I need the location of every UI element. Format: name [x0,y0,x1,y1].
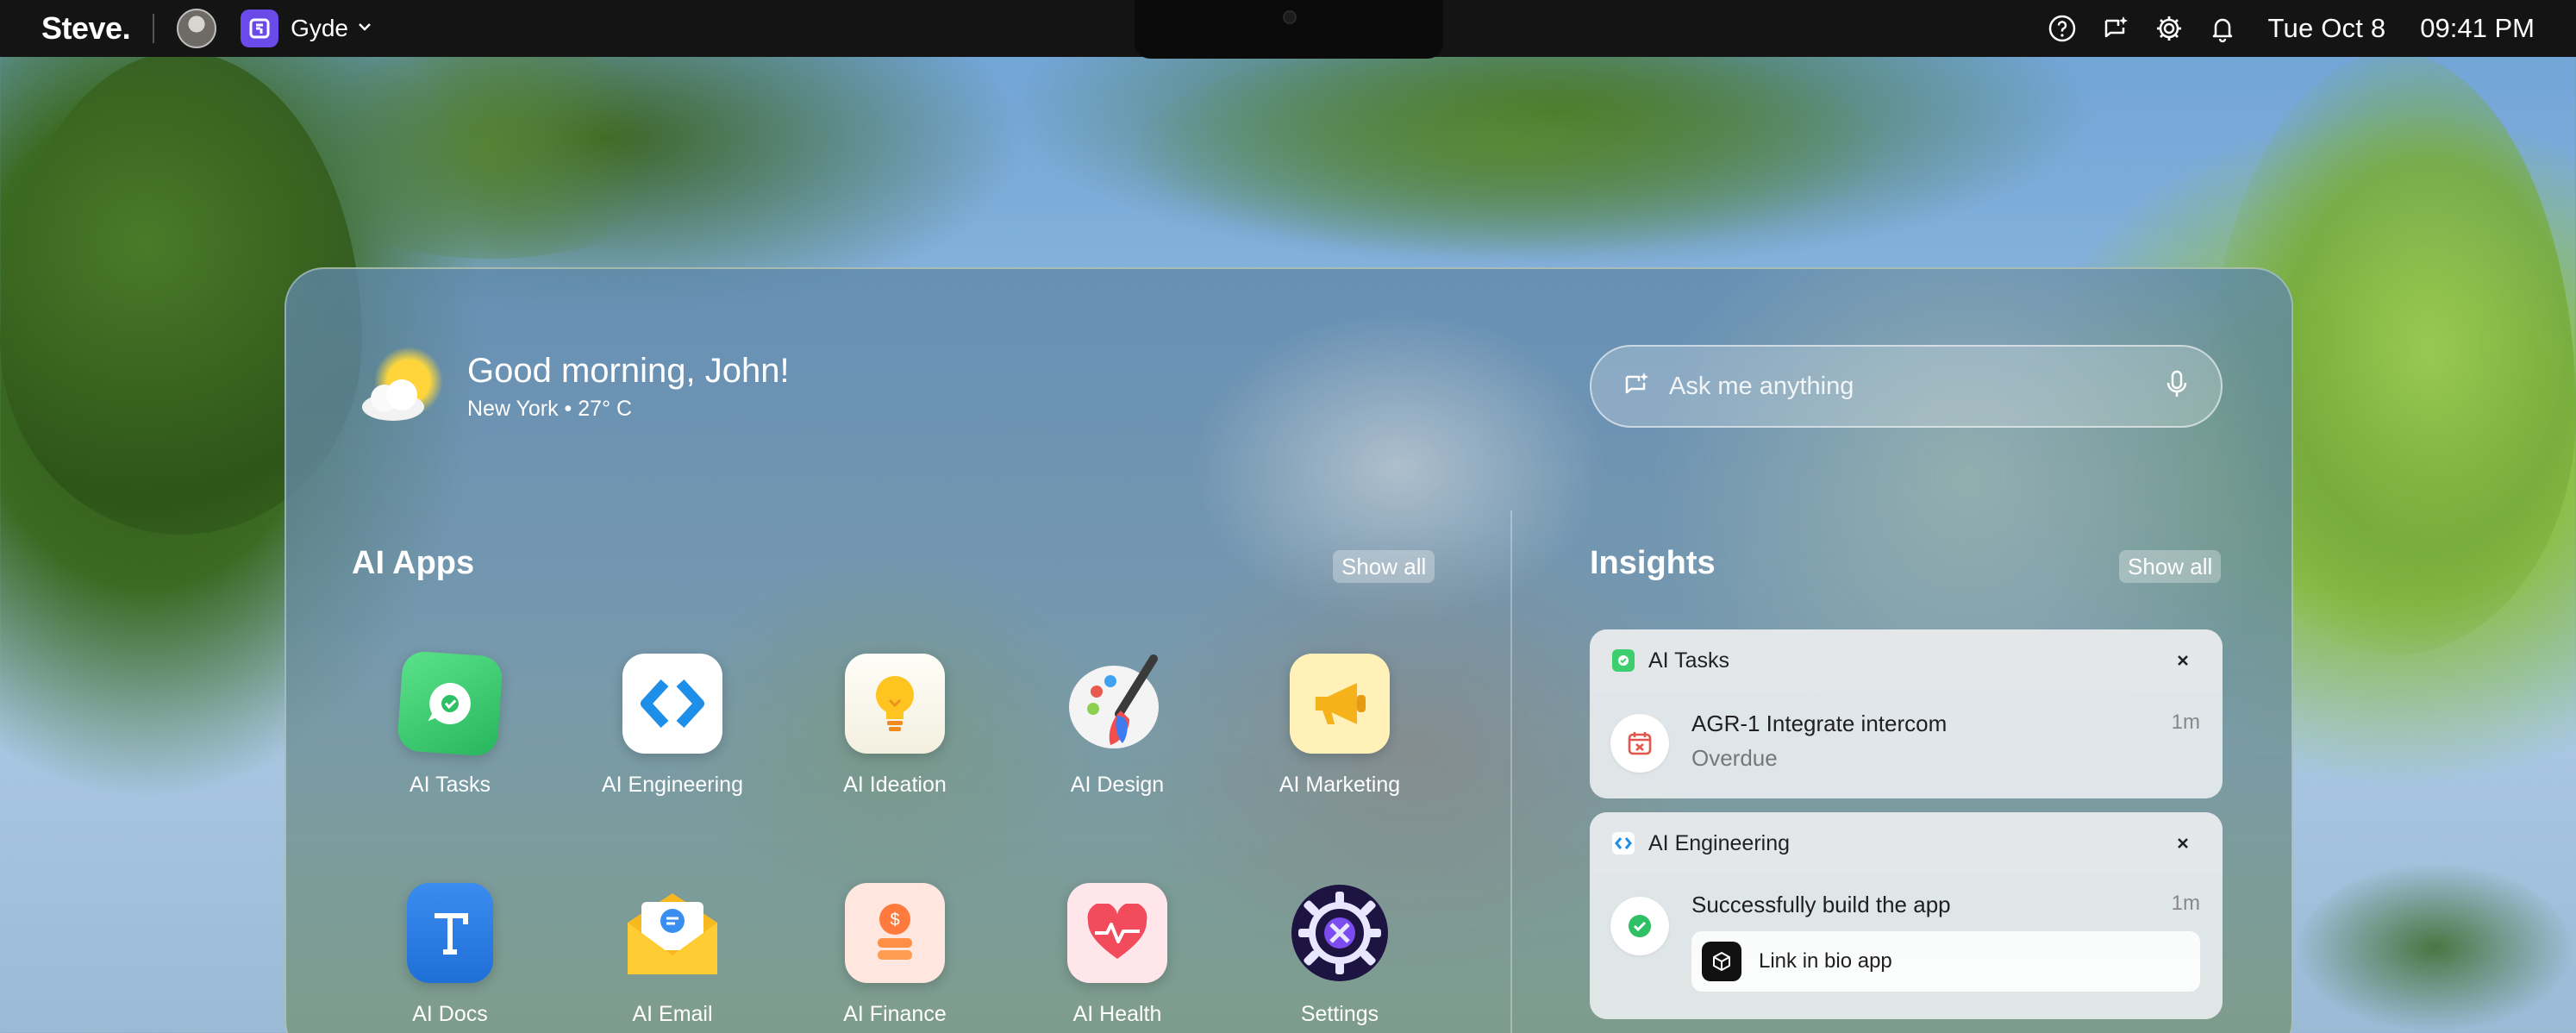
camera-icon [1283,10,1297,24]
weather-location: New York • 27° C [467,397,633,421]
envelope-icon [622,883,722,983]
app-label: AI Marketing [1279,773,1401,797]
text-document-icon [407,883,493,983]
palette-brush-icon [1067,654,1167,754]
camera-notch [1135,0,1443,59]
partly-cloudy-icon [355,345,447,431]
card-body: AGR-1 Integrate intercom Overdue 1m [1590,692,2223,798]
app-label: AI Docs [412,1002,488,1026]
card-header: AI Engineering [1590,812,2223,874]
greeting-title: Good morning, John! [467,352,790,390]
ai-assistant-icon[interactable] [2099,12,2132,45]
app-ai-finance[interactable]: $ AI Finance [809,883,981,1027]
search-bar[interactable] [1590,345,2223,428]
code-brackets-icon [622,654,722,754]
card-app-name: AI Tasks [1648,648,1730,673]
brand-logo[interactable]: Steve. [41,10,131,47]
close-icon[interactable] [2166,826,2200,861]
svg-text:$: $ [890,911,899,930]
card-header: AI Tasks [1590,629,2223,692]
card-body: Successfully build the app 1m Link in bi… [1590,874,2223,1019]
app-link-attachment[interactable]: Link in bio app [1691,931,2200,992]
calendar-overdue-icon [1610,714,1669,773]
menu-date: Tue Oct 8 [2267,13,2386,43]
section-divider [1510,510,1512,1033]
app-ai-design[interactable]: AI Design [1031,654,1204,798]
app-label: AI Finance [843,1002,947,1026]
insight-card-ai-tasks[interactable]: AI Tasks AGR-1 Integrate intercom Overdu… [1590,629,2223,798]
home-panel: Good morning, John! New York • 27° C AI … [284,267,2293,1033]
menu-divider [153,14,155,43]
ai-chat-icon [1623,370,1652,404]
heart-pulse-icon [1067,883,1167,983]
app-label: AI Email [632,1002,713,1026]
app-ai-marketing[interactable]: AI Marketing [1254,654,1426,798]
search-input[interactable] [1669,372,2164,401]
close-icon[interactable] [2166,643,2200,678]
workspace-icon[interactable] [241,9,279,47]
workspace-name[interactable]: Gyde [291,15,348,42]
app-box-icon [1702,942,1741,981]
app-label: AI Design [1070,773,1165,797]
menu-status-area: Tue Oct 8 09:41 PM [2046,0,2535,57]
app-ai-ideation[interactable]: AI Ideation [809,654,981,798]
ai-apps-title: AI Apps [352,545,475,581]
background-foliage [302,34,681,259]
app-label: AI Ideation [843,773,947,797]
background-foliage [1121,34,1897,259]
app-ai-engineering[interactable]: AI Engineering [586,654,759,798]
gear-icon [1290,883,1390,983]
app-ai-docs[interactable]: AI Docs [364,883,536,1027]
insight-item-title: Successfully build the app [1691,892,1951,917]
success-check-icon [1610,897,1669,955]
insight-item-time: 1m [2171,711,2200,734]
background-foliage [2293,862,2576,1033]
app-label: AI Health [1072,1002,1162,1026]
gear-icon[interactable] [2153,12,2185,45]
tasks-check-icon [1612,649,1635,672]
card-app-name: AI Engineering [1648,830,1791,855]
megaphone-icon [1290,654,1390,754]
insights-show-all-button[interactable]: Show all [2119,550,2222,583]
app-ai-health[interactable]: AI Health [1031,883,1204,1027]
coins-icon: $ [845,883,945,983]
insight-card-ai-engineering[interactable]: AI Engineering Successfully build the ap… [1590,812,2223,1019]
app-ai-email[interactable]: AI Email [586,883,759,1027]
tasks-check-icon [397,650,503,757]
app-settings[interactable]: Settings [1254,883,1426,1027]
insight-item-time: 1m [2171,892,2200,915]
help-icon[interactable] [2046,12,2079,45]
user-avatar[interactable] [177,9,217,48]
app-label: AI Tasks [409,773,491,797]
link-label: Link in bio app [1759,949,1892,973]
ai-apps-show-all-button[interactable]: Show all [1333,550,1435,583]
insight-item-title: AGR-1 Integrate intercom [1691,711,1948,736]
app-label: Settings [1300,1002,1379,1026]
microphone-icon[interactable] [2164,369,2190,404]
chevron-down-icon[interactable] [357,21,372,36]
app-label: AI Engineering [601,773,743,797]
bell-icon[interactable] [2206,12,2239,45]
menu-time: 09:41 PM [2420,13,2535,43]
code-brackets-icon [1612,832,1635,855]
app-ai-tasks[interactable]: AI Tasks [364,650,536,798]
lightbulb-icon [845,654,945,754]
insights-title: Insights [1590,545,1716,581]
insight-item-status: Overdue [1691,745,1778,771]
